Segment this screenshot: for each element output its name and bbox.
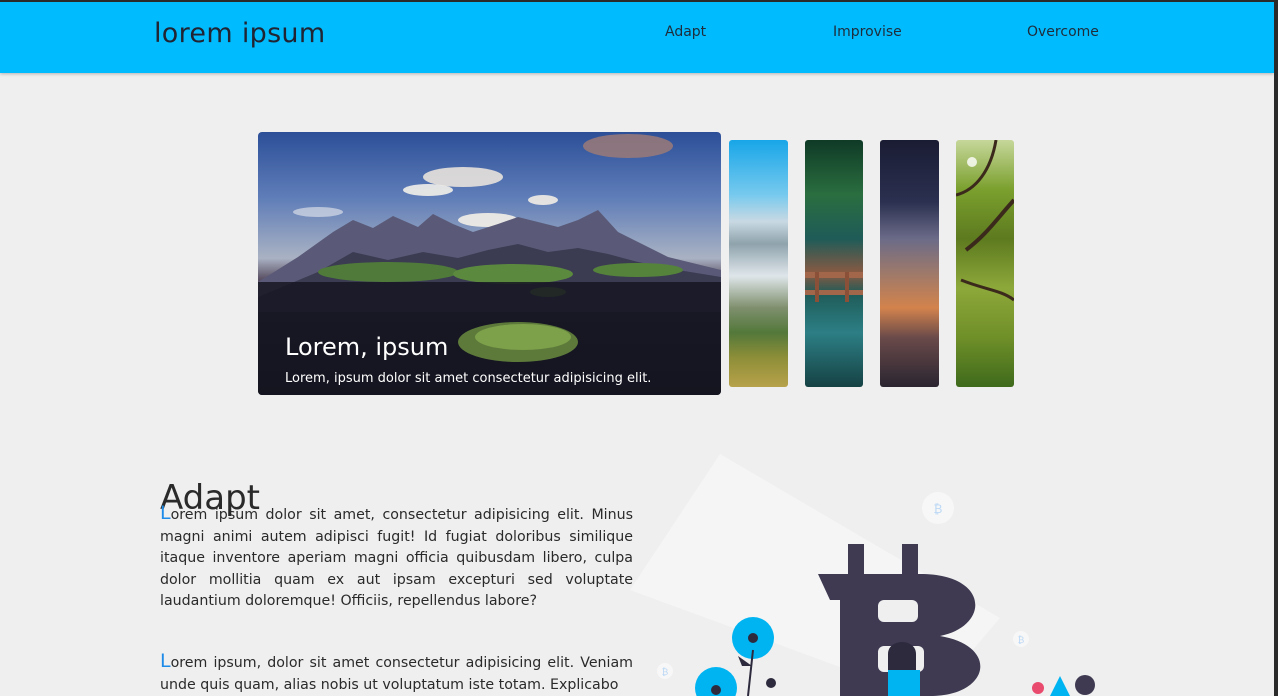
tree-branches-graphic [956,140,1014,302]
paragraph-text: orem ipsum, dolor sit amet consectetur a… [160,655,633,693]
body-paragraph-2: Lorem ipsum, dolor sit amet consectetur … [160,650,633,696]
bitcoin-illustration: ₿ ₿ ₿ [630,454,1095,696]
nav-link-overcome[interactable]: Overcome [1027,24,1099,40]
drop-cap: L [160,650,171,672]
window-edge [1274,0,1278,696]
paragraph-text: orem ipsum dolor sit amet, consectetur a… [160,507,633,609]
svg-text:₿: ₿ [934,502,943,516]
brand-logo[interactable]: lorem ipsum [154,18,325,49]
featured-caption: Lorem, ipsum dolor sit amet consectetur … [285,371,652,386]
nav-link-improvise[interactable]: Improvise [833,24,902,40]
body-paragraph-1: Lorem ipsum dolor sit amet, consectetur … [160,502,633,613]
decorative-flowers [695,617,776,696]
bridge-graphic [805,272,863,302]
gallery-thumb-coast[interactable] [729,140,788,387]
svg-text:₿: ₿ [1018,635,1025,646]
gallery-thumb-galaxy[interactable] [880,140,939,387]
top-navbar: lorem ipsum Adapt Improvise Overcome [0,0,1274,73]
nav-link-adapt[interactable]: Adapt [665,24,706,40]
gallery-thumb-forest[interactable] [805,140,863,387]
gallery-thumb-tree[interactable] [956,140,1014,387]
featured-title: Lorem, ipsum [285,333,449,361]
svg-text:₿: ₿ [662,667,669,678]
drop-cap: L [160,502,171,524]
